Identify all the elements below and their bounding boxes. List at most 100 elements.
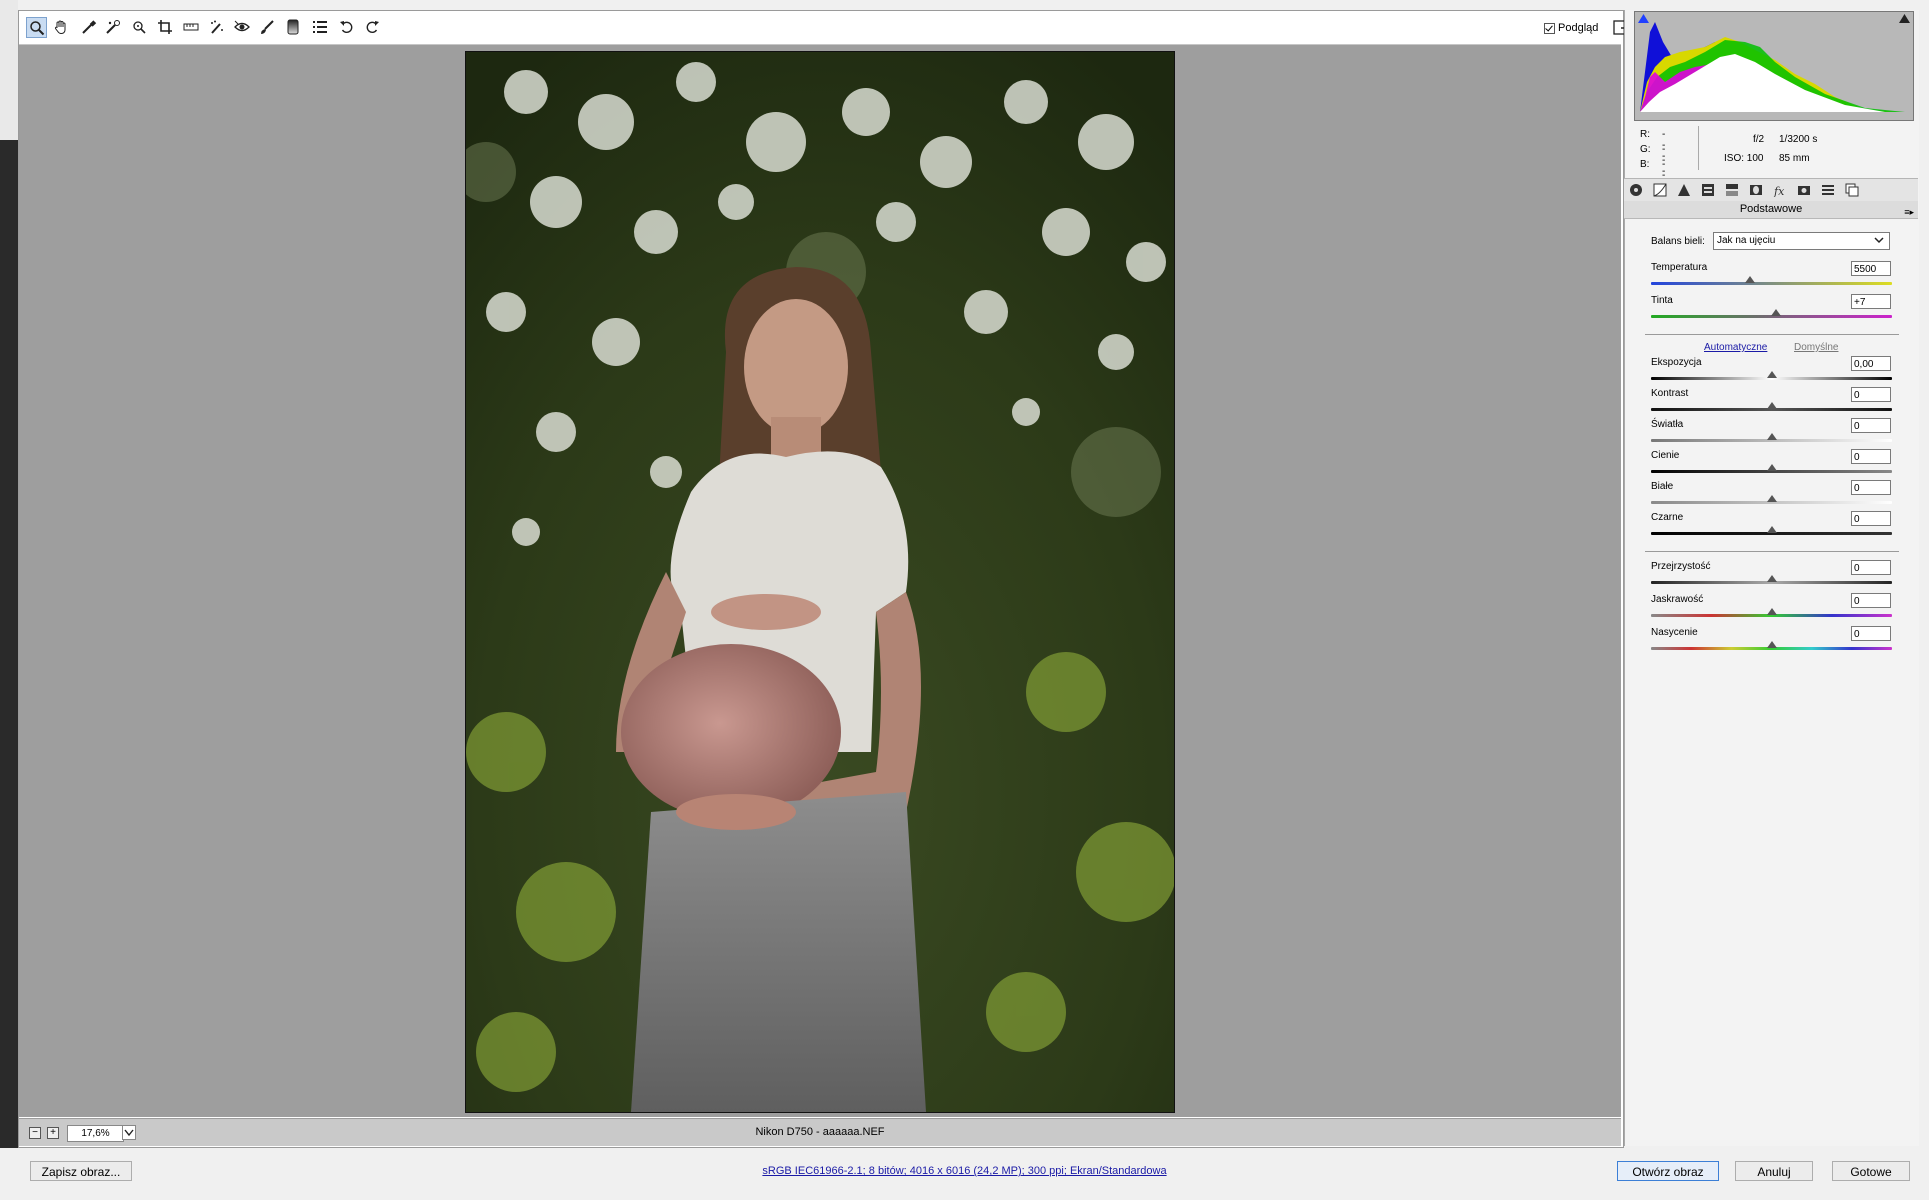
white-balance-select[interactable]: Jak na ujęciu — [1713, 232, 1890, 250]
panel-menu-icon[interactable]: ≡▸ — [1904, 204, 1914, 221]
status-bar: − + 17,6% Nikon D750 - aaaaaa.NEF — [19, 1118, 1621, 1146]
preferences-tool-button[interactable] — [310, 17, 330, 37]
tab-lens[interactable] — [1746, 181, 1766, 199]
panel-title-text: Podstawowe — [1739, 203, 1803, 215]
slider-thumb[interactable] — [1766, 433, 1777, 440]
slider-thumb[interactable] — [1766, 495, 1777, 502]
red-eye-tool-button[interactable] — [232, 17, 252, 37]
exif-info: R:--- G:--- B:--- f/2 1/3200 s ISO: 100 … — [1634, 125, 1912, 192]
slider-thumb[interactable] — [1771, 309, 1782, 316]
zoom-icon — [29, 20, 44, 35]
done-button[interactable]: Gotowe — [1832, 1161, 1910, 1181]
lens-tab-icon — [1750, 185, 1762, 195]
cancel-button[interactable]: Anuluj — [1735, 1161, 1813, 1181]
slider-label: Czarne — [1651, 512, 1684, 523]
tab-effects[interactable]: fx — [1770, 181, 1790, 199]
shadow-clipping-icon[interactable] — [1638, 14, 1649, 23]
presets-tab-icon — [1822, 185, 1834, 195]
iso: ISO: 100 — [1724, 153, 1764, 164]
tab-split-toning[interactable] — [1722, 181, 1742, 199]
tab-tone-curve[interactable] — [1650, 181, 1670, 199]
slider-value-field[interactable]: 0 — [1851, 387, 1891, 402]
default-link[interactable]: Domyślne — [1794, 342, 1838, 353]
tab-presets[interactable] — [1818, 181, 1838, 199]
slider-value-field[interactable]: 0 — [1851, 480, 1891, 495]
basic-tab-icon — [1630, 184, 1642, 196]
tone-curve-tab-icon — [1653, 183, 1667, 197]
zoom-tool-button[interactable] — [26, 17, 47, 38]
crop-tool-button[interactable] — [155, 17, 175, 37]
g-readout: G: --- — [1640, 144, 1666, 177]
adjustment-brush-tool-button[interactable] — [257, 17, 277, 37]
b-readout: B:--- — [1640, 159, 1666, 192]
file-info: Nikon D750 - aaaaaa.NEF — [755, 1126, 885, 1138]
auto-link[interactable]: Automatyczne — [1704, 342, 1767, 353]
color-sampler-icon — [106, 20, 120, 34]
color-sampler-tool-button[interactable] — [103, 17, 123, 37]
slider-thumb[interactable] — [1766, 464, 1777, 471]
graduated-filter-icon — [287, 19, 299, 35]
rotate-left-button[interactable] — [337, 17, 357, 37]
slider-thumb[interactable] — [1766, 608, 1777, 615]
preview-checkbox[interactable] — [1544, 22, 1555, 34]
slider-label: Cienie — [1651, 450, 1680, 461]
slider-label: Nasycenie — [1651, 627, 1698, 638]
snapshots-tab-icon — [1845, 183, 1859, 197]
open-image-button[interactable]: Otwórz obraz — [1617, 1161, 1719, 1181]
tab-camera-calibration[interactable] — [1794, 181, 1814, 199]
rotate-right-button[interactable] — [362, 17, 382, 37]
slider-value-field[interactable]: 0 — [1851, 449, 1891, 464]
graduated-filter-tool-button[interactable] — [283, 17, 303, 37]
slider-value-field[interactable]: 5500 — [1851, 261, 1891, 276]
preview-toggle[interactable]: Podgląd — [1544, 18, 1598, 38]
slider-value-field[interactable]: +7 — [1851, 294, 1891, 309]
straighten-tool-button[interactable] — [181, 17, 201, 37]
slider-label: Kontrast — [1651, 388, 1689, 399]
tab-snapshots[interactable] — [1842, 181, 1862, 199]
panel-tabs: fx — [1624, 178, 1918, 202]
photo-preview — [465, 51, 1175, 1113]
tab-detail[interactable] — [1674, 181, 1694, 199]
slider-value-field[interactable]: 0 — [1851, 626, 1891, 641]
rotate-left-icon — [340, 21, 353, 34]
slider-value-field[interactable]: 0 — [1851, 418, 1891, 433]
rotate-right-icon — [366, 21, 379, 34]
white-balance-tool-button[interactable] — [79, 17, 99, 37]
targeted-adjustment-icon — [133, 21, 146, 34]
preferences-icon — [313, 21, 327, 33]
slider-thumb[interactable] — [1766, 402, 1777, 409]
tab-hsl[interactable] — [1698, 181, 1718, 199]
targeted-adjustment-tool-button[interactable] — [129, 17, 149, 37]
slider-thumb[interactable] — [1744, 276, 1755, 283]
background-edge — [0, 0, 18, 1200]
slider-label: Przejrzystość — [1651, 561, 1711, 572]
slider-value-field[interactable]: 0 — [1851, 511, 1891, 526]
slider-label: Światła — [1651, 419, 1684, 430]
bottom-bar: Zapisz obraz... sRGB IEC61966-2.1; 8 bit… — [0, 1148, 1929, 1200]
wb-label: Balans bieli: — [1651, 236, 1705, 247]
slider-track[interactable] — [1651, 282, 1892, 285]
histogram — [1634, 11, 1914, 121]
hand-tool-button[interactable] — [51, 17, 71, 37]
slider-thumb[interactable] — [1766, 526, 1777, 533]
panel-title: Podstawowe ≡▸ — [1624, 201, 1918, 219]
slider-value-field[interactable]: 0 — [1851, 560, 1891, 575]
slider-value-field[interactable]: 0,00 — [1851, 356, 1891, 371]
detail-tab-icon — [1678, 184, 1690, 196]
slider-thumb[interactable] — [1766, 575, 1777, 582]
slider-thumb[interactable] — [1766, 641, 1777, 648]
spot-removal-icon — [211, 20, 223, 34]
slider-thumb[interactable] — [1766, 371, 1777, 378]
slider-label: Temperatura — [1651, 262, 1708, 273]
divider — [1645, 334, 1899, 335]
preview-label: Podgląd — [1558, 22, 1599, 34]
slider-label: Ekspozycja — [1651, 357, 1702, 368]
focal-length: 85 mm — [1779, 153, 1810, 164]
highlight-clipping-icon[interactable] — [1899, 14, 1910, 23]
tab-basic[interactable] — [1626, 181, 1646, 199]
adjustment-brush-icon — [261, 20, 274, 34]
hsl-tab-icon — [1702, 184, 1714, 196]
wb-value: Jak na ujęciu — [1717, 235, 1776, 246]
spot-removal-tool-button[interactable] — [207, 17, 227, 37]
slider-value-field[interactable]: 0 — [1851, 593, 1891, 608]
